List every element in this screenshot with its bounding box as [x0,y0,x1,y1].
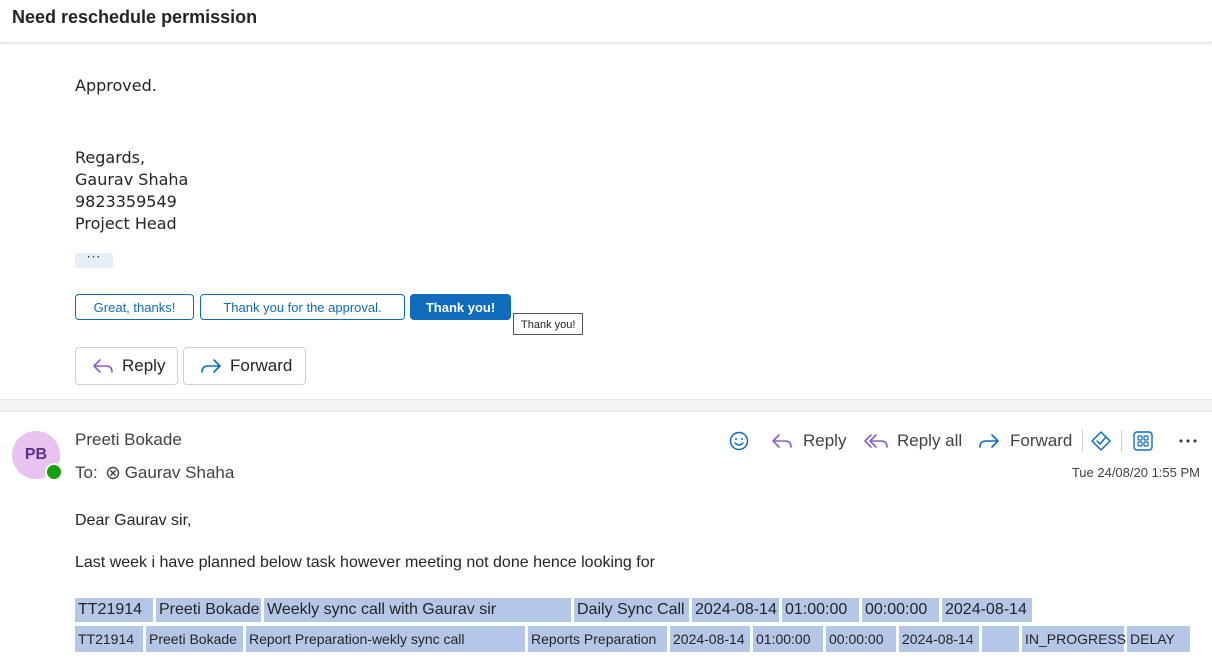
task-row: TT21914 Preeti Bokade Weekly sync call w… [75,598,1035,622]
task-cell: Daily Sync Call [574,598,689,622]
toolbar-forward-button[interactable]: Forward [978,429,1072,453]
to-label: To: [75,463,98,482]
task-cell: Weekly sync call with Gaurav sir [264,598,571,622]
signature-line: Project Head [75,214,177,233]
forward-icon [201,359,221,373]
recipient-name[interactable]: Gaurav Shaha [125,463,235,483]
task-cell: 2024-08-14 [942,598,1032,622]
reply-button-label: Reply [122,356,166,375]
forward-button[interactable]: Forward [183,347,306,385]
suggested-reply-great-thanks[interactable]: Great, thanks! [75,294,194,320]
task-cell: 00:00:00 [826,626,896,652]
signature-line: Gaurav Shaha [75,170,189,189]
suggested-reply-thank-you-approval[interactable]: Thank you for the approval. [200,294,405,320]
toolbar-reply-label: Reply [803,431,847,450]
task-cell: 01:00:00 [753,626,823,652]
tooltip: Thank you! [513,313,584,335]
signature-line: 9823359549 [75,192,177,211]
task-cell: Reports Preparation [528,626,667,652]
reply-all-icon [864,434,888,448]
smiley-icon [729,431,749,451]
message-divider [0,399,1212,412]
recipient-status-icon [106,466,119,480]
sender-name[interactable]: Preeti Bokade [75,430,182,450]
task-cell: 2024-08-14 [670,626,750,652]
task-cell: DELAY [1127,626,1190,652]
email-subject: Need reschedule permission [12,7,258,27]
presence-available-icon [45,463,63,481]
task-cell: TT21914 [75,626,143,652]
intro-text: Last week i have planned below task howe… [75,554,655,571]
signature-line: Regards, [75,148,146,167]
task-cell: IN_PROGRESS [1022,626,1126,652]
diamond-addin-icon [1091,431,1111,451]
task-cell: Report Preparation-wekly sync call [246,626,525,652]
task-cell: Preeti Bokade [146,626,243,652]
toolbar-reply-all-label: Reply all [897,431,963,450]
toolbar-forward-label: Forward [1010,431,1073,450]
task-cell: TT21914 [75,598,153,622]
task-cell: 2024-08-14 [899,626,979,652]
toolbar-divider [1121,430,1122,452]
reaction-button[interactable] [728,429,758,453]
reply-button[interactable]: Reply [75,347,178,385]
recipient-line: To: Gaurav Shaha [75,463,234,483]
reply-icon [772,434,792,448]
greeting: Dear Gaurav sir, [75,512,192,529]
task-cell: Preeti Bokade [156,598,261,622]
apps-grid-icon [1133,431,1153,451]
add-in-button[interactable] [1090,429,1120,453]
reply-icon [93,359,113,373]
task-cell: 2024-08-14 [692,598,779,622]
more-actions-button[interactable] [1178,429,1206,453]
toolbar-reply-button[interactable]: Reply [771,429,846,453]
forward-button-label: Forward [230,356,293,375]
show-trimmed-content-button[interactable]: ··· [75,251,113,268]
toolbar-reply-all-button[interactable]: Reply all [863,429,962,453]
more-icon [1179,439,1197,443]
apps-button[interactable] [1132,429,1162,453]
message-timestamp: Tue 24/08/20 1:55 PM [1071,465,1200,480]
subject-bar: Need reschedule permission [0,0,1212,43]
message-body-line: Approved. [75,76,157,95]
task-cell: 01:00:00 [782,598,859,622]
forward-icon [979,434,999,448]
suggested-reply-thank-you[interactable]: Thank you! [410,294,511,320]
task-row: TT21914 Preeti Bokade Report Preparation… [75,626,1193,652]
task-cell: 00:00:00 [862,598,939,622]
task-cell [982,626,1019,652]
toolbar-divider [1082,430,1083,452]
